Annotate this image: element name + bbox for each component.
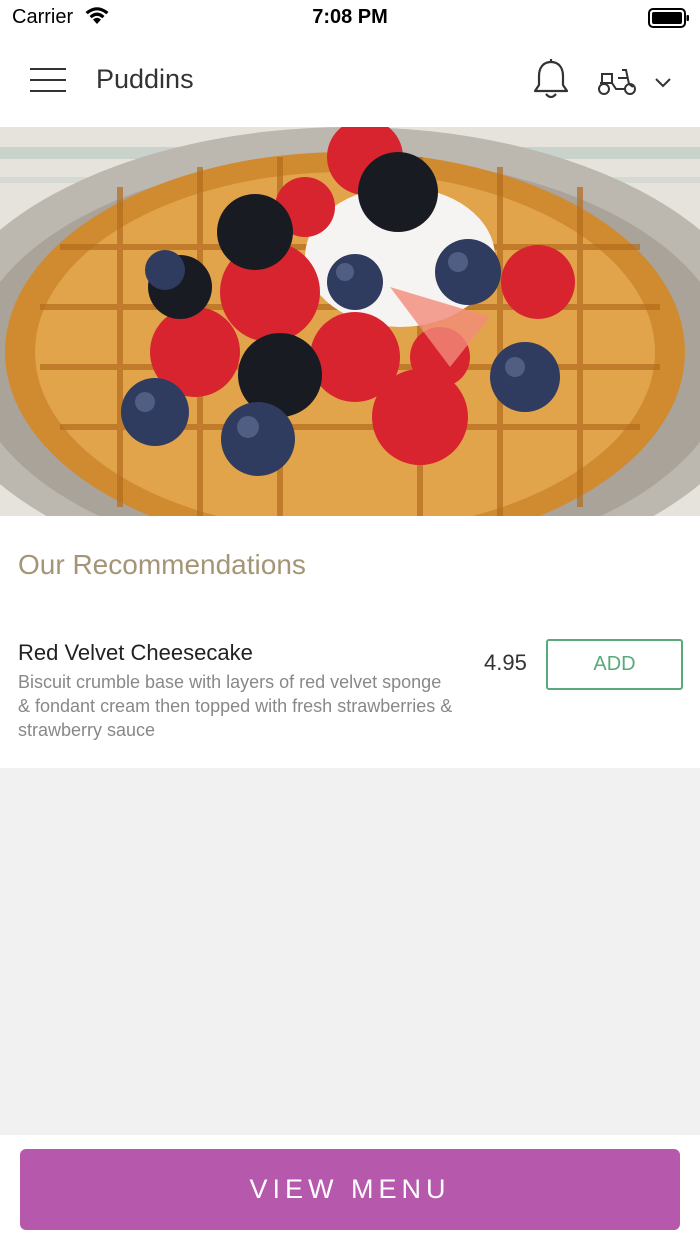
item-name: Red Velvet Cheesecake	[18, 640, 253, 665]
item-description: Biscuit crumble base with layers of red …	[18, 672, 453, 740]
section-title: Our Recommendations	[18, 549, 306, 580]
hero-image	[0, 127, 700, 516]
chevron-down-icon[interactable]	[654, 76, 672, 88]
view-menu-button[interactable]: VIEW MENU	[20, 1149, 680, 1230]
recommendations-section: Our Recommendations Red Velvet Cheesecak…	[0, 516, 700, 768]
page-title: Puddins	[96, 64, 194, 94]
menu-icon[interactable]	[30, 68, 66, 94]
scooter-icon[interactable]	[596, 66, 638, 96]
app-header: Puddins	[0, 34, 700, 127]
add-button[interactable]: ADD	[546, 639, 683, 690]
item-price: 4.95	[484, 650, 527, 675]
battery-icon	[648, 8, 689, 28]
clock: 7:08 PM	[312, 6, 388, 28]
bell-icon[interactable]	[532, 58, 570, 102]
status-bar: Carrier 7:08 PM	[0, 0, 700, 34]
bottom-bar: VIEW MENU	[0, 1135, 700, 1244]
